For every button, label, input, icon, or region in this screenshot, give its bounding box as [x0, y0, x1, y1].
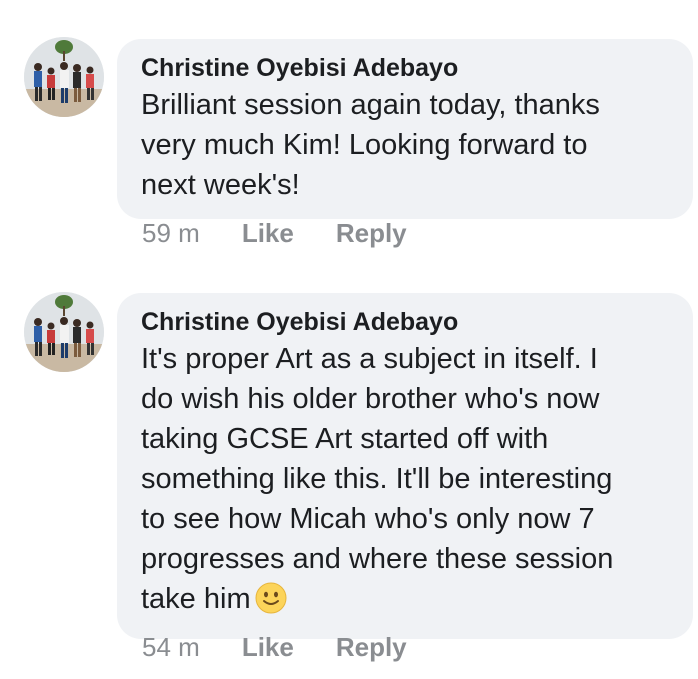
- comment-timestamp: 59 m: [142, 218, 200, 248]
- comment-author[interactable]: Christine Oyebisi Adebayo: [141, 307, 671, 337]
- comment-text-line: to see how Micah who's only now 7: [141, 503, 595, 535]
- comment-author[interactable]: Christine Oyebisi Adebayo: [141, 53, 671, 83]
- comment-text-line: progresses and where these session: [141, 543, 614, 575]
- like-button[interactable]: Like: [242, 632, 294, 663]
- avatar-photo: [24, 292, 104, 372]
- comment-text-line: next week's!: [141, 169, 300, 201]
- comment-timestamp: 54 m: [142, 632, 200, 662]
- reply-button[interactable]: Reply: [336, 218, 407, 249]
- avatar-photo: [24, 37, 104, 117]
- comment-text-line: do wish his older brother who's now: [141, 383, 600, 415]
- comment-text: It's proper Art as a subject in itself. …: [141, 339, 671, 625]
- comment-text-line: Brilliant session again today, thanks: [141, 89, 600, 121]
- comment-bubble: Christine Oyebisi Adebayo Brilliant sess…: [117, 39, 693, 219]
- comment-meta: 59 m Like Reply: [142, 218, 449, 249]
- comment-meta: 54 m Like Reply: [142, 632, 449, 663]
- avatar[interactable]: [24, 37, 104, 117]
- comment-text-line: taking GCSE Art started off with: [141, 423, 549, 455]
- slightly-smiling-face-icon: [255, 582, 287, 625]
- comment-text-line: something like this. It'll be interestin…: [141, 463, 613, 495]
- avatar[interactable]: [24, 292, 104, 372]
- comment-text-line: take him: [141, 583, 251, 615]
- comment-text-line: very much Kim! Looking forward to: [141, 129, 588, 161]
- reply-button[interactable]: Reply: [336, 632, 407, 663]
- like-button[interactable]: Like: [242, 218, 294, 249]
- comment-text-line: It's proper Art as a subject in itself. …: [141, 343, 598, 375]
- comment-text: Brilliant session again today, thanks ve…: [141, 85, 671, 205]
- comment-bubble: Christine Oyebisi Adebayo It's proper Ar…: [117, 293, 693, 639]
